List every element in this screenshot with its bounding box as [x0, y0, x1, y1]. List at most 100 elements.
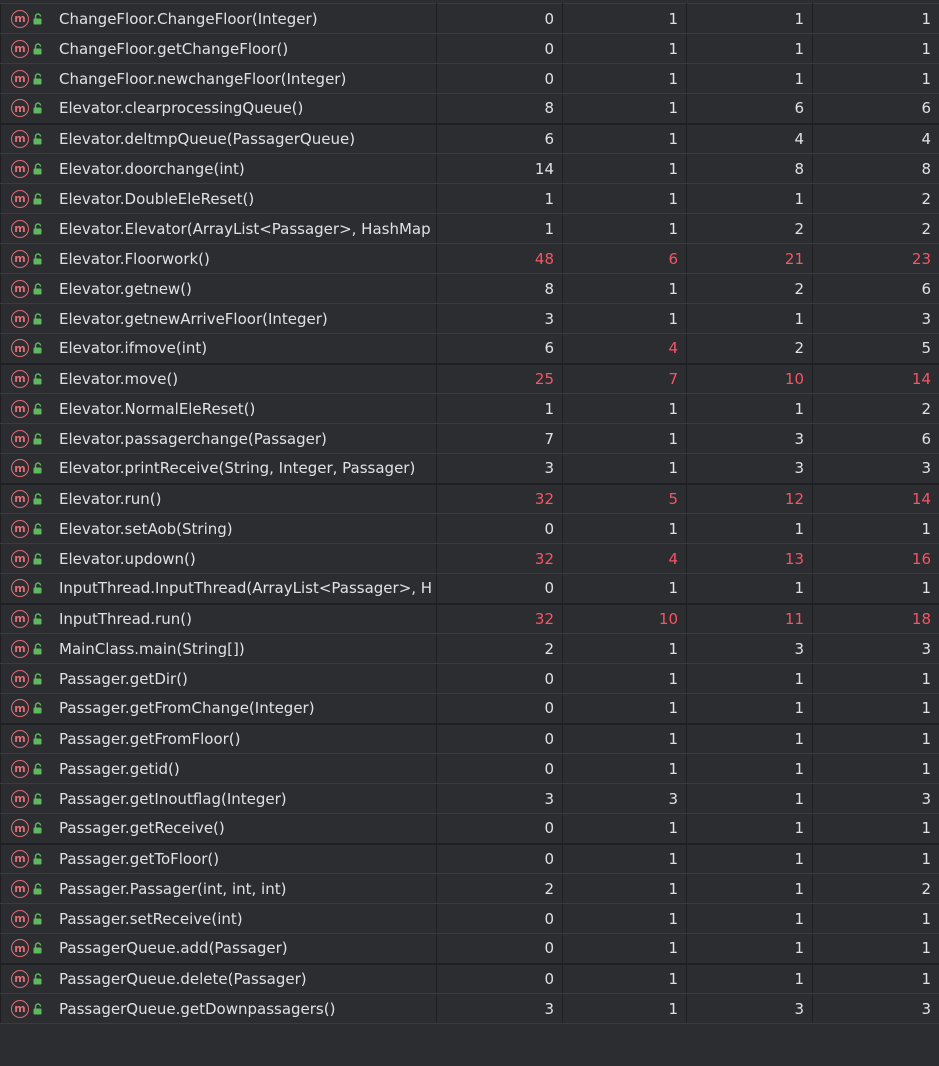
method-name-cell[interactable]: m Elevator.ifmove(int): [0, 333, 437, 364]
method-name-cell[interactable]: m InputThread.InputThread(ArrayList<Pass…: [0, 573, 437, 604]
method-name-cell[interactable]: m Passager.getid(): [0, 753, 437, 784]
method-name: Passager.getToFloor(): [59, 849, 220, 868]
table-row[interactable]: m Elevator.getnewArriveFloor(Integer) 3 …: [0, 303, 939, 334]
method-name-cell[interactable]: m Passager.getFromChange(Integer): [0, 693, 437, 724]
table-row[interactable]: m Elevator.getnew() 8 1 2 6: [0, 273, 939, 304]
metric-cell-4: 3: [812, 633, 939, 664]
table-row[interactable]: m Elevator.passagerchange(Passager) 7 1 …: [0, 423, 939, 454]
table-row[interactable]: m MainClass.main(String[]) 2 1 3 3: [0, 633, 939, 664]
method-icon: m: [11, 819, 29, 838]
table-row[interactable]: m Elevator.clearprocessingQueue() 8 1 6 …: [0, 93, 939, 124]
public-lock-icon: [33, 522, 42, 534]
table-row[interactable]: m Elevator.deltmpQueue(PassagerQueue) 6 …: [0, 122, 939, 154]
table-row[interactable]: m InputThread.InputThread(ArrayList<Pass…: [0, 573, 939, 604]
method-name-cell[interactable]: m Elevator.getnewArriveFloor(Integer): [0, 303, 437, 334]
table-row[interactable]: m InputThread.run() 32 10 11 18: [0, 602, 939, 634]
metric-cell-4: 2: [812, 183, 939, 214]
metric-cell-2: 1: [562, 722, 687, 754]
method-name-cell[interactable]: m Elevator.passagerchange(Passager): [0, 423, 437, 454]
method-name-cell[interactable]: m Elevator.Elevator(ArrayList<Passager>,…: [0, 213, 437, 244]
method-name: Elevator.clearprocessingQueue(): [59, 99, 304, 118]
public-lock-icon: [33, 973, 42, 985]
table-row[interactable]: m Passager.getToFloor() 0 1 1 1: [0, 842, 939, 874]
table-row[interactable]: m Passager.getFromChange(Integer) 0 1 1 …: [0, 693, 939, 724]
table-row[interactable]: m Elevator.DoubleEleReset() 1 1 1 2: [0, 183, 939, 214]
metric-cell-2: 1: [562, 873, 687, 904]
method-name-cell[interactable]: m PassagerQueue.getDownpassagers(): [0, 993, 437, 1024]
table-row[interactable]: m Elevator.Floorwork() 48 6 21 23: [0, 243, 939, 274]
table-row[interactable]: m Elevator.Elevator(ArrayList<Passager>,…: [0, 213, 939, 244]
method-name-cell[interactable]: m Elevator.Floorwork(): [0, 243, 437, 274]
method-name-cell[interactable]: m Elevator.getnew(): [0, 273, 437, 304]
method-name-cell[interactable]: m ChangeFloor.getChangeFloor(): [0, 33, 437, 64]
table-row[interactable]: m Elevator.setAob(String) 0 1 1 1: [0, 513, 939, 544]
method-name-cell[interactable]: m Passager.getToFloor(): [0, 842, 437, 874]
method-name-cell[interactable]: m Passager.setReceive(int): [0, 903, 437, 934]
method-name-cell[interactable]: m Passager.getDir(): [0, 663, 437, 694]
method-name-cell[interactable]: m Passager.getFromFloor(): [0, 722, 437, 754]
method-name: Elevator.NormalEleReset(): [59, 399, 256, 418]
table-row[interactable]: m ChangeFloor.ChangeFloor(Integer) 0 1 1…: [0, 3, 939, 34]
method-name-cell[interactable]: m Elevator.NormalEleReset(): [0, 393, 437, 424]
table-row[interactable]: m Elevator.doorchange(int) 14 1 8 8: [0, 153, 939, 184]
method-name-cell[interactable]: m MainClass.main(String[]): [0, 633, 437, 664]
method-name-cell[interactable]: m Elevator.printReceive(String, Integer,…: [0, 453, 437, 484]
metric-cell-2: 1: [562, 753, 687, 784]
table-row[interactable]: m ChangeFloor.newchangeFloor(Integer) 0 …: [0, 63, 939, 94]
metric-cell-1: 32: [436, 543, 563, 574]
method-name-cell[interactable]: m Elevator.move(): [0, 362, 437, 394]
method-name-cell[interactable]: m Elevator.run(): [0, 482, 437, 514]
method-name-cell[interactable]: m Passager.getInoutflag(Integer): [0, 783, 437, 814]
metric-cell-2: 1: [562, 213, 687, 244]
table-row[interactable]: m ChangeFloor.getChangeFloor() 0 1 1 1: [0, 33, 939, 64]
public-lock-icon: [33, 822, 42, 834]
table-row[interactable]: m Passager.getid() 0 1 1 1: [0, 753, 939, 784]
table-row[interactable]: m PassagerQueue.add(Passager) 0 1 1 1: [0, 933, 939, 964]
table-row[interactable]: m Passager.setReceive(int) 0 1 1 1: [0, 903, 939, 934]
metric-cell-3: 1: [686, 183, 813, 214]
metric-cell-3: 1: [686, 842, 813, 874]
method-name-cell[interactable]: m Elevator.clearprocessingQueue(): [0, 93, 437, 124]
metric-cell-3: 12: [686, 482, 813, 514]
table-row[interactable]: m Elevator.printReceive(String, Integer,…: [0, 453, 939, 484]
public-lock-icon: [33, 853, 42, 865]
metric-cell-1: 0: [436, 3, 563, 34]
table-row[interactable]: m Passager.getReceive() 0 1 1 1: [0, 813, 939, 844]
table-row[interactable]: m Elevator.ifmove(int) 6 4 2 5: [0, 333, 939, 364]
metric-cell-1: 0: [436, 63, 563, 94]
metric-cell-4: 14: [812, 482, 939, 514]
method-name: Elevator.run(): [59, 489, 162, 508]
metric-cell-3: 3: [686, 993, 813, 1024]
method-name-cell[interactable]: m PassagerQueue.add(Passager): [0, 933, 437, 964]
method-name-cell[interactable]: m Elevator.doorchange(int): [0, 153, 437, 184]
method-name-cell[interactable]: m Elevator.deltmpQueue(PassagerQueue): [0, 122, 437, 154]
public-lock-icon: [33, 402, 42, 414]
method-name-cell[interactable]: m Elevator.DoubleEleReset(): [0, 183, 437, 214]
table-row[interactable]: m Elevator.updown() 32 4 13 16: [0, 543, 939, 574]
method-icon: m: [11, 759, 29, 778]
table-row[interactable]: m Passager.getInoutflag(Integer) 3 3 1 3: [0, 783, 939, 814]
metric-cell-1: 0: [436, 962, 563, 994]
method-name-cell[interactable]: m ChangeFloor.ChangeFloor(Integer): [0, 3, 437, 34]
table-row[interactable]: m Passager.getFromFloor() 0 1 1 1: [0, 722, 939, 754]
table-row[interactable]: m Elevator.run() 32 5 12 14: [0, 482, 939, 514]
table-row[interactable]: m Passager.getDir() 0 1 1 1: [0, 663, 939, 694]
method-name-cell[interactable]: m Passager.getReceive(): [0, 813, 437, 844]
method-name-cell[interactable]: m Passager.Passager(int, int, int): [0, 873, 437, 904]
table-row[interactable]: m PassagerQueue.delete(Passager) 0 1 1 1: [0, 962, 939, 994]
method-icon: m: [11, 339, 29, 358]
table-row[interactable]: m Elevator.move() 25 7 10 14: [0, 362, 939, 394]
table-row[interactable]: m PassagerQueue.getDownpassagers() 3 1 3…: [0, 993, 939, 1024]
method-icon: m: [11, 189, 29, 208]
method-name-cell[interactable]: m ChangeFloor.newchangeFloor(Integer): [0, 63, 437, 94]
method-name-cell[interactable]: m Elevator.setAob(String): [0, 513, 437, 544]
table-row[interactable]: m Elevator.NormalEleReset() 1 1 1 2: [0, 393, 939, 424]
table-row[interactable]: m Passager.Passager(int, int, int) 2 1 1…: [0, 873, 939, 904]
method-name-cell[interactable]: m Elevator.updown(): [0, 543, 437, 574]
metric-cell-2: 1: [562, 153, 687, 184]
public-lock-icon: [33, 642, 42, 654]
method-name: Elevator.setAob(String): [59, 519, 233, 538]
method-name-cell[interactable]: m PassagerQueue.delete(Passager): [0, 962, 437, 994]
method-name: Elevator.getnew(): [59, 279, 192, 298]
method-name-cell[interactable]: m InputThread.run(): [0, 602, 437, 634]
